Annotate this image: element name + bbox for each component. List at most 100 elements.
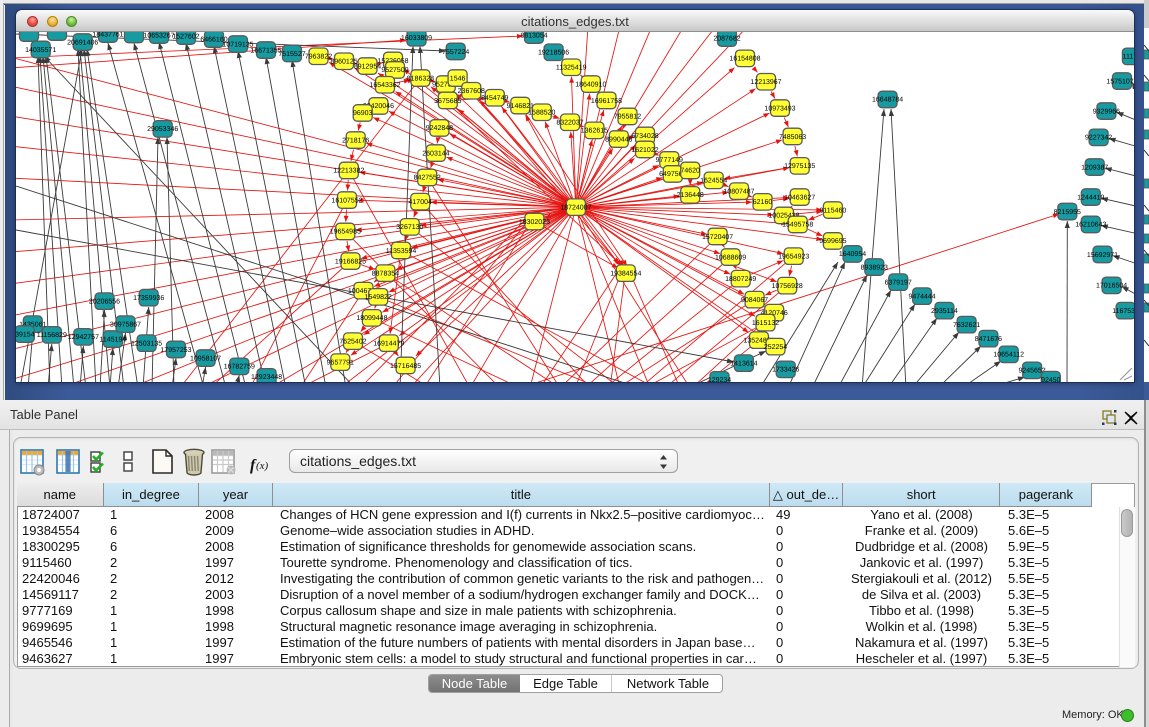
svg-text:16154808: 16154808 — [729, 56, 760, 63]
svg-text:19166825: 19166825 — [335, 258, 366, 265]
svg-text:19654923: 19654923 — [778, 253, 809, 260]
svg-text:9227342: 9227342 — [1085, 135, 1112, 142]
svg-text:16961758: 16961758 — [591, 98, 622, 105]
svg-text:12213967: 12213967 — [750, 79, 781, 86]
svg-text:252254: 252254 — [764, 344, 787, 351]
svg-text:74620: 74620 — [680, 168, 700, 175]
svg-text:1640954: 1640954 — [839, 251, 866, 258]
svg-text:17016504: 17016504 — [1096, 283, 1127, 290]
svg-text:9527509: 9527509 — [381, 67, 408, 74]
svg-text:9329966: 9329966 — [1093, 108, 1120, 115]
svg-text:18724007: 18724007 — [560, 205, 591, 212]
svg-text:8454749: 8454749 — [481, 95, 508, 102]
svg-text:1624554: 1624554 — [700, 178, 727, 185]
svg-text:16033809: 16033809 — [401, 35, 432, 42]
svg-text:1733426: 1733426 — [772, 367, 799, 374]
svg-text:8215955: 8215955 — [1054, 209, 1081, 216]
svg-text:7963822: 7963822 — [305, 54, 332, 61]
svg-text:129234: 129234 — [708, 377, 731, 382]
svg-text:1546: 1546 — [450, 75, 466, 82]
svg-text:18302023: 18302023 — [519, 219, 550, 226]
svg-text:19654985: 19654985 — [330, 229, 361, 236]
svg-text:1549822: 1549822 — [365, 294, 392, 301]
svg-text:1413614: 1413614 — [730, 361, 757, 368]
svg-text:2935114: 2935114 — [931, 308, 958, 315]
svg-text:9777149: 9777149 — [656, 157, 683, 164]
svg-text:9657791: 9657791 — [327, 360, 354, 367]
svg-text:9115460: 9115460 — [820, 207, 847, 214]
svg-text:8186328: 8186328 — [407, 75, 434, 82]
svg-text:96903: 96903 — [353, 110, 373, 117]
svg-text:11325419: 11325419 — [556, 65, 587, 72]
svg-text:20691406: 20691406 — [67, 39, 98, 46]
svg-text:17957253: 17957253 — [160, 347, 191, 354]
svg-text:2367608: 2367608 — [458, 88, 485, 95]
svg-text:9474444: 9474444 — [908, 293, 935, 300]
svg-text:29053346: 29053346 — [147, 126, 178, 133]
svg-text:18807249: 18807249 — [725, 276, 756, 283]
svg-text:19384554: 19384554 — [610, 271, 641, 278]
svg-text:12942757: 12942757 — [68, 334, 99, 341]
svg-text:10463627: 10463627 — [784, 194, 815, 201]
svg-text:15495758: 15495758 — [782, 222, 813, 229]
svg-text:16914479: 16914479 — [373, 341, 404, 348]
svg-text:3267130: 3267130 — [396, 224, 423, 231]
svg-text:2136448: 2136448 — [677, 192, 704, 199]
svg-text:15720407: 15720407 — [702, 234, 733, 241]
svg-text:14035571: 14035571 — [25, 47, 56, 54]
svg-text:18640910: 18640910 — [575, 81, 606, 88]
svg-text:3675685: 3675685 — [434, 98, 461, 105]
svg-text:9699695: 9699695 — [819, 238, 846, 245]
svg-text:8878354: 8878354 — [372, 271, 399, 278]
svg-text:16107552: 16107552 — [331, 197, 362, 204]
svg-text:417004: 417004 — [409, 199, 432, 206]
svg-text:7557224: 7557224 — [442, 49, 469, 56]
svg-text:8990448: 8990448 — [605, 136, 632, 143]
svg-text:15751074: 15751074 — [1106, 78, 1134, 85]
svg-text:7625402: 7625402 — [339, 338, 366, 345]
svg-text:2603144: 2603144 — [422, 150, 449, 157]
svg-text:92450: 92450 — [1041, 377, 1061, 382]
svg-text:17359936: 17359936 — [133, 295, 164, 302]
svg-text:62160: 62160 — [753, 199, 773, 206]
svg-text:9242848: 9242848 — [426, 125, 453, 132]
svg-text:11171: 11171 — [1123, 54, 1134, 61]
svg-text:2718176: 2718176 — [342, 137, 369, 144]
svg-text:1209387: 1209387 — [1081, 164, 1108, 171]
svg-text:10756928: 10756928 — [772, 283, 803, 290]
svg-text:16648784: 16648784 — [872, 97, 903, 104]
svg-text:12923448: 12923448 — [251, 374, 282, 381]
svg-text:1145194: 1145194 — [100, 336, 127, 343]
svg-text:15692971: 15692971 — [1087, 252, 1118, 259]
svg-text:1621022: 1621022 — [631, 147, 658, 154]
svg-text:10654112: 10654112 — [993, 352, 1024, 359]
svg-text:16210643: 16210643 — [1075, 222, 1106, 229]
svg-text:6734028: 6734028 — [631, 133, 658, 140]
svg-text:11156829: 11156829 — [37, 332, 67, 339]
svg-text:8813054: 8813054 — [520, 32, 547, 39]
svg-text:7485063: 7485063 — [779, 134, 806, 141]
svg-text:10719135: 10719135 — [222, 41, 253, 48]
svg-text:8322037: 8322037 — [556, 120, 583, 127]
svg-text:10807487: 10807487 — [723, 189, 754, 196]
svg-text:19218506: 19218506 — [538, 50, 569, 57]
svg-text:15716485: 15716485 — [390, 363, 421, 370]
svg-text:12213382: 12213382 — [333, 168, 364, 175]
svg-text:12503135: 12503135 — [131, 341, 162, 348]
svg-text:1527602: 1527602 — [172, 33, 199, 40]
svg-text:8427552: 8427552 — [414, 175, 441, 182]
svg-text:16782759: 16782759 — [224, 364, 255, 371]
svg-text:8471676: 8471676 — [975, 336, 1002, 343]
svg-text:1362615: 1362615 — [581, 128, 608, 135]
svg-text:12975135: 12975135 — [784, 163, 815, 170]
svg-text:1588520: 1588520 — [528, 110, 555, 117]
svg-text:16671355: 16671355 — [250, 47, 281, 54]
svg-text:7515527: 7515527 — [278, 51, 305, 58]
svg-text:16543362: 16543362 — [369, 82, 400, 89]
svg-text:1244419: 1244419 — [1077, 194, 1104, 201]
svg-text:18099448: 18099448 — [356, 315, 387, 322]
svg-text:9084067: 9084067 — [741, 297, 768, 304]
svg-text:7955812: 7955812 — [614, 114, 641, 121]
svg-text:10653267: 10653267 — [143, 32, 174, 39]
svg-text:10958107: 10958107 — [190, 355, 221, 362]
